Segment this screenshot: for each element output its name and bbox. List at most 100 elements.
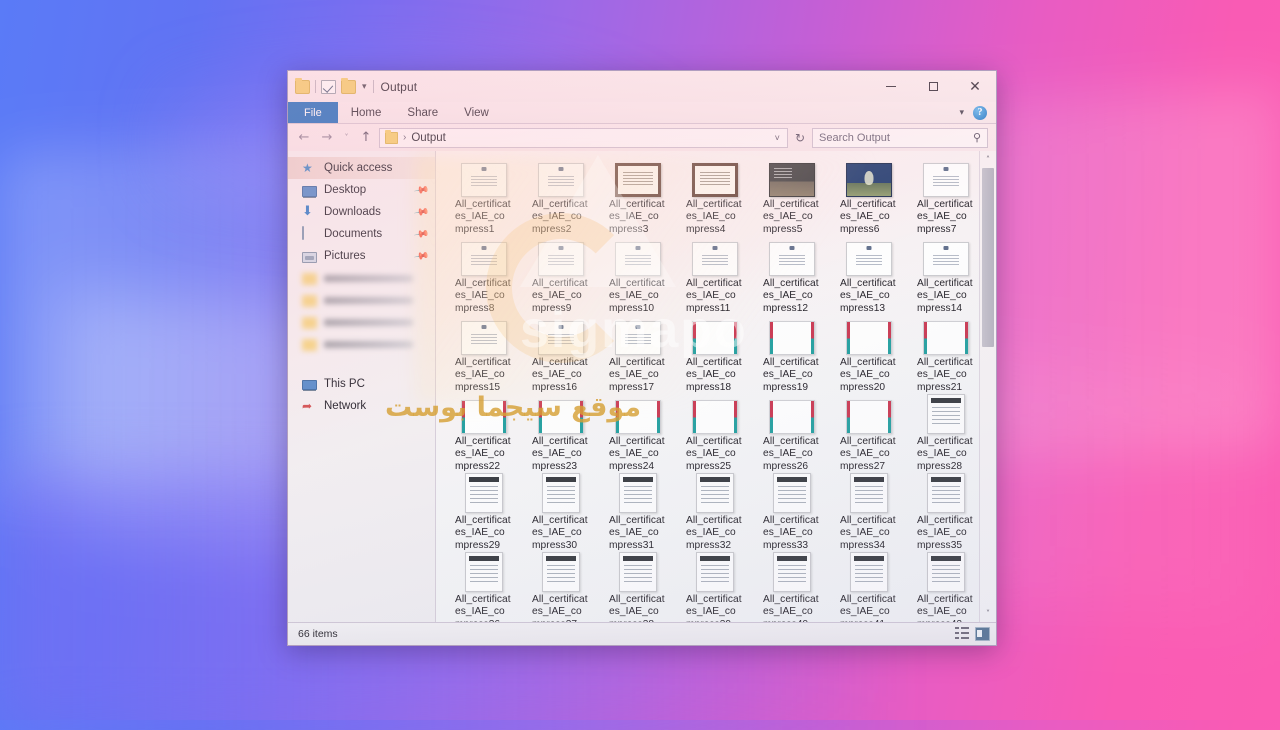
properties-icon[interactable] [321,79,336,94]
file-item[interactable]: All_certificates_IAE_compress41 [831,552,907,622]
refresh-icon[interactable]: ↻ [791,131,809,145]
scroll-up-button[interactable]: ˄ [980,151,996,168]
file-item[interactable]: All_certificates_IAE_compress3 [600,157,676,236]
chevron-down-icon[interactable]: ▾ [361,82,368,91]
help-icon[interactable]: ? [973,105,987,120]
certificate-thumbnail-icon [461,399,507,434]
file-item[interactable]: All_certificates_IAE_compress14 [908,236,984,315]
file-item[interactable]: All_certificates_IAE_compress31 [600,473,676,552]
sidebar-item-downloads[interactable]: ⬇ Downloads 📌 [288,201,435,223]
file-item[interactable]: All_certificates_IAE_compress19 [754,315,830,394]
sidebar-item-desktop[interactable]: Desktop 📌 [288,179,435,201]
file-item[interactable]: All_certificates_IAE_compress35 [908,473,984,552]
file-item[interactable]: All_certificates_IAE_compress36 [446,552,522,622]
breadcrumb-path[interactable]: Output [411,132,446,144]
file-item[interactable]: All_certificates_IAE_compress27 [831,394,907,473]
file-item[interactable]: All_certificates_IAE_compress39 [677,552,753,622]
sidebar-item-hidden[interactable] [288,333,435,355]
file-name-label: All_certificates_IAE_compress36 [455,594,511,622]
file-item[interactable]: All_certificates_IAE_compress30 [523,473,599,552]
sidebar-item-hidden[interactable] [288,289,435,311]
file-item[interactable]: All_certificates_IAE_compress8 [446,236,522,315]
up-button[interactable]: ↑ [356,128,376,148]
file-item[interactable]: All_certificates_IAE_compress18 [677,315,753,394]
file-item[interactable]: All_certificates_IAE_compress13 [831,236,907,315]
new-folder-icon[interactable] [341,77,356,94]
close-button[interactable]: ✕ [954,71,996,102]
file-item[interactable]: All_certificates_IAE_compress9 [523,236,599,315]
sidebar-item-hidden[interactable] [288,311,435,333]
maximize-button[interactable] [912,71,954,102]
sidebar-item-network[interactable]: ➦ Network [288,395,435,417]
file-item[interactable]: All_certificates_IAE_compress34 [831,473,907,552]
file-item[interactable]: All_certificates_IAE_compress10 [600,236,676,315]
file-name-label: All_certificates_IAE_compress22 [455,435,511,472]
file-item[interactable]: All_certificates_IAE_compress12 [754,236,830,315]
breadcrumb[interactable]: › Output ˅ [379,127,788,148]
forward-button[interactable]: → [317,128,337,148]
tab-file[interactable]: File [288,102,338,123]
network-icon: ➦ [302,399,313,413]
file-item[interactable]: All_certificates_IAE_compress11 [677,236,753,315]
file-item[interactable]: All_certificates_IAE_compress33 [754,473,830,552]
file-item[interactable]: All_certificates_IAE_compress38 [600,552,676,622]
file-list-view[interactable]: All_certificates_IAE_compress1 All_certif… [436,151,996,622]
window-body: ★ Quick access Desktop 📌 ⬇ Downloads 📌 D… [288,151,996,622]
tab-view[interactable]: View [451,102,502,123]
file-item[interactable]: All_certificates_IAE_compress42 [908,552,984,622]
chevron-down-icon[interactable]: ▾ [959,107,964,118]
large-icons-view-icon[interactable] [975,627,990,641]
tab-home[interactable]: Home [338,102,395,123]
file-thumbnail [446,157,522,197]
scrollbar-track[interactable] [980,168,996,605]
file-item[interactable]: All_certificates_IAE_compress26 [754,394,830,473]
file-item[interactable]: All_certificates_IAE_compress28 [908,394,984,473]
pin-icon[interactable]: 📌 [413,204,430,220]
file-name-label: All_certificates_IAE_compress24 [609,435,665,472]
file-item[interactable]: All_certificates_IAE_compress24 [600,394,676,473]
vertical-scrollbar[interactable]: ˄ ˅ [979,151,996,622]
scroll-down-button[interactable]: ˅ [980,605,996,622]
file-item[interactable]: All_certificates_IAE_compress40 [754,552,830,622]
minimize-button[interactable] [870,71,912,102]
file-item[interactable]: All_certificates_IAE_compress29 [446,473,522,552]
file-item[interactable]: All_certificates_IAE_compress15 [446,315,522,394]
search-box[interactable]: Search Output ⚲ [812,127,988,148]
sidebar-item-pictures[interactable]: Pictures 📌 [288,245,435,267]
file-item[interactable]: All_certificates_IAE_compress1 [446,157,522,236]
file-item[interactable]: All_certificates_IAE_compress22 [446,394,522,473]
file-thumbnail [523,394,599,434]
back-button[interactable]: ← [294,128,314,148]
recent-locations-button[interactable]: ˅ [340,128,353,148]
file-item[interactable]: All_certificates_IAE_compress21 [908,315,984,394]
file-name-label: All_certificates_IAE_compress2 [532,198,588,235]
file-item[interactable]: All_certificates_IAE_compress2 [523,157,599,236]
details-view-icon[interactable] [955,627,970,641]
file-item[interactable]: All_certificates_IAE_compress16 [523,315,599,394]
file-item[interactable]: All_certificates_IAE_compress6 [831,157,907,236]
pin-icon[interactable]: 📌 [413,248,430,264]
tab-share[interactable]: Share [394,102,451,123]
certificate-thumbnail-icon [769,162,815,197]
file-item[interactable]: All_certificates_IAE_compress32 [677,473,753,552]
file-item[interactable]: All_certificates_IAE_compress20 [831,315,907,394]
pin-icon[interactable]: 📌 [413,182,430,198]
folder-icon[interactable] [295,77,310,94]
file-item[interactable]: All_certificates_IAE_compress4 [677,157,753,236]
sidebar-item-documents[interactable]: Documents 📌 [288,223,435,245]
sidebar-item-hidden[interactable] [288,267,435,289]
file-item[interactable]: All_certificates_IAE_compress17 [600,315,676,394]
file-item[interactable]: All_certificates_IAE_compress7 [908,157,984,236]
search-input[interactable]: Search Output [819,132,973,144]
pin-icon[interactable]: 📌 [413,226,430,242]
scrollbar-thumb[interactable] [982,168,994,348]
chevron-down-icon[interactable]: ˅ [775,133,782,143]
file-item[interactable]: All_certificates_IAE_compress37 [523,552,599,622]
file-item[interactable]: All_certificates_IAE_compress5 [754,157,830,236]
certificate-thumbnail-icon [696,473,734,513]
file-item[interactable]: All_certificates_IAE_compress23 [523,394,599,473]
file-name-label: All_certificates_IAE_compress31 [609,515,665,551]
file-item[interactable]: All_certificates_IAE_compress25 [677,394,753,473]
sidebar-item-quick-access[interactable]: ★ Quick access [288,157,435,179]
sidebar-item-this-pc[interactable]: This PC [288,373,435,395]
